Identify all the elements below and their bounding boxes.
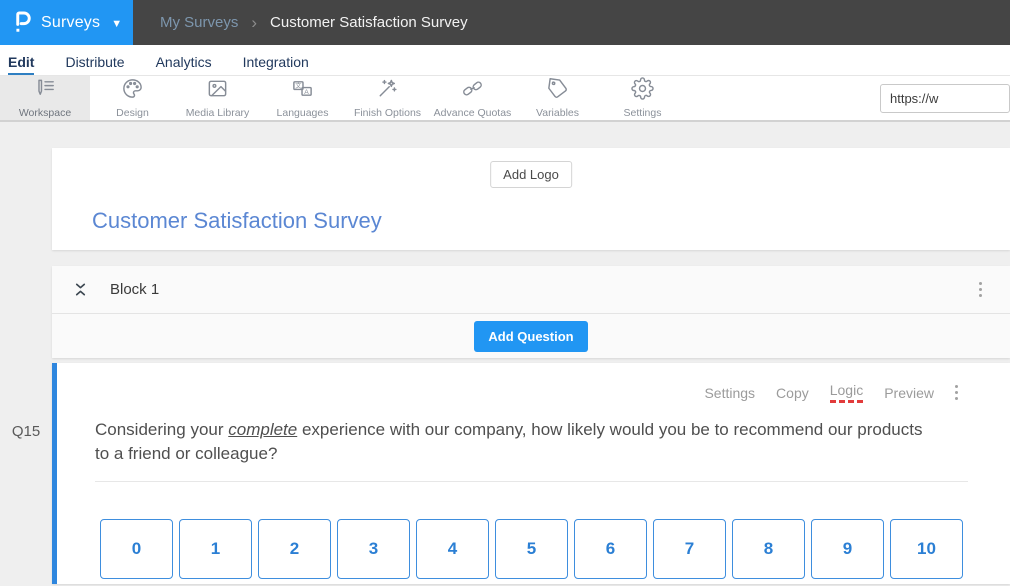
question-text[interactable]: Considering your complete experience wit…: [95, 418, 935, 466]
breadcrumb-chevron-icon: ›: [251, 13, 257, 33]
question-settings-link[interactable]: Settings: [704, 385, 755, 401]
questionpro-logo-icon: [13, 10, 32, 35]
toolbar-item-settings[interactable]: Settings: [600, 76, 685, 120]
tab-analytics[interactable]: Analytics: [156, 54, 212, 75]
nps-option-2[interactable]: 2: [258, 519, 331, 579]
question-preview-link[interactable]: Preview: [884, 385, 934, 401]
question-row: Q15 Settings Copy Logic Preview Consider…: [0, 363, 1010, 584]
block-header: Block 1: [52, 266, 1010, 314]
toolbar-item-media-library[interactable]: Media Library: [175, 76, 260, 120]
palette-icon: [121, 77, 144, 105]
nps-option-3[interactable]: 3: [337, 519, 410, 579]
toolbar-item-variables[interactable]: Variables: [515, 76, 600, 120]
question-text-emphasis: complete: [228, 420, 297, 439]
tab-distribute[interactable]: Distribute: [65, 54, 124, 75]
question-divider: [95, 481, 968, 482]
translate-icon: 文 A: [291, 77, 314, 105]
question-card: Settings Copy Logic Preview Considering …: [52, 363, 1010, 584]
breadcrumb-current-survey: Customer Satisfaction Survey: [270, 14, 468, 31]
toolbar-item-workspace[interactable]: Workspace: [0, 76, 90, 120]
survey-url-input[interactable]: [880, 84, 1010, 113]
breadcrumb-my-surveys[interactable]: My Surveys: [160, 14, 238, 31]
image-icon: [206, 77, 229, 105]
nps-option-6[interactable]: 6: [574, 519, 647, 579]
nps-option-9[interactable]: 9: [811, 519, 884, 579]
question-actions: Settings Copy Logic Preview: [57, 363, 1010, 404]
edit-toolbar: Workspace Design Media Library 文: [0, 76, 1010, 122]
block-title[interactable]: Block 1: [110, 281, 159, 298]
block-card: Block 1 Add Question: [52, 266, 1010, 358]
add-logo-button[interactable]: Add Logo: [490, 161, 572, 188]
nps-option-0[interactable]: 0: [100, 519, 173, 579]
nps-option-8[interactable]: 8: [732, 519, 805, 579]
nps-scale: 0 1 2 3 4 5 6 7 8 9 10: [100, 519, 1010, 579]
nps-option-7[interactable]: 7: [653, 519, 726, 579]
nps-option-4[interactable]: 4: [416, 519, 489, 579]
toolbar-item-finish-options[interactable]: Finish Options: [345, 76, 430, 120]
gear-icon: [631, 77, 654, 105]
product-name: Surveys: [41, 14, 100, 32]
block-body: Add Question: [52, 314, 1010, 358]
collapse-block-icon[interactable]: [73, 282, 88, 297]
toolbar-item-languages[interactable]: 文 A Languages: [260, 76, 345, 120]
survey-editor-canvas: Add Logo Customer Satisfaction Survey Bl…: [0, 148, 1010, 584]
chain-links-icon: [461, 77, 484, 105]
survey-url-container: [880, 76, 1010, 120]
nps-option-5[interactable]: 5: [495, 519, 568, 579]
survey-title[interactable]: Customer Satisfaction Survey: [92, 208, 382, 234]
add-question-button[interactable]: Add Question: [474, 321, 587, 352]
question-logic-link[interactable]: Logic: [830, 382, 863, 403]
top-header: Surveys ▼ My Surveys › Customer Satisfac…: [0, 0, 1010, 45]
svg-text:文: 文: [295, 82, 302, 90]
tab-edit[interactable]: Edit: [8, 54, 34, 75]
question-copy-link[interactable]: Copy: [776, 385, 809, 401]
nps-option-10[interactable]: 10: [890, 519, 963, 579]
survey-header-card: Add Logo Customer Satisfaction Survey: [52, 148, 1010, 250]
question-id-label: Q15: [0, 423, 52, 440]
svg-text:A: A: [304, 89, 309, 96]
main-nav-tabs: Edit Distribute Analytics Integration: [0, 45, 1010, 76]
tab-integration[interactable]: Integration: [243, 54, 309, 75]
product-switcher[interactable]: Surveys ▼: [0, 0, 133, 45]
tag-icon: [546, 77, 569, 105]
toolbar-item-advance-quotas[interactable]: Advance Quotas: [430, 76, 515, 120]
question-menu-kebab-icon[interactable]: [951, 381, 962, 404]
toolbar-item-design[interactable]: Design: [90, 76, 175, 120]
block-menu-kebab-icon[interactable]: [975, 278, 986, 301]
breadcrumb: My Surveys › Customer Satisfaction Surve…: [160, 0, 468, 45]
chevron-down-icon: ▼: [111, 18, 122, 30]
workspace-icon: [34, 77, 57, 105]
wand-icon: [376, 77, 399, 105]
nps-option-1[interactable]: 1: [179, 519, 252, 579]
